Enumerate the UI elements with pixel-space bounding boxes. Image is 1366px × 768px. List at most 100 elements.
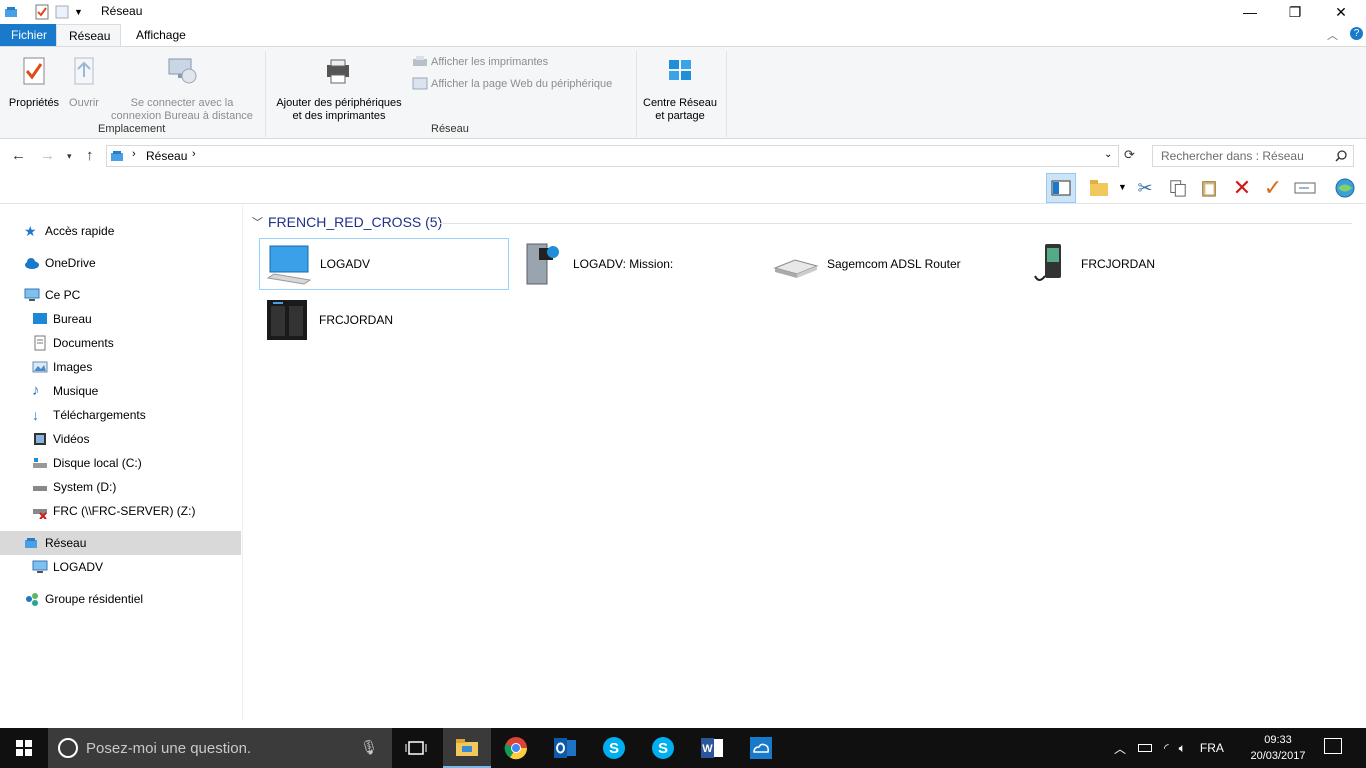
nav-item-documents[interactable]: Documents [0,331,241,355]
group-divider [440,223,1352,224]
new-folder-icon[interactable] [54,4,70,20]
nav-item-this-pc[interactable]: Ce PC [0,283,241,307]
properties-button[interactable]: Propriétés [6,55,62,110]
tab-network[interactable]: Réseau [56,24,121,46]
qat-dropdown-icon[interactable]: ▼ [74,7,83,17]
action-center-icon[interactable] [1324,738,1342,754]
microphone-icon[interactable]: 🎙︎ [360,739,378,756]
show-printers-button[interactable]: Afficher les imprimantes [412,55,548,69]
nav-item-onedrive[interactable]: OneDrive [0,251,241,275]
copy-icon[interactable] [1167,177,1189,199]
start-button[interactable] [0,728,48,768]
back-arrow-icon[interactable]: ← [11,147,26,164]
refresh-icon[interactable]: ⟳ [1124,147,1135,163]
nav-item-music[interactable]: ♪ Musique [0,379,241,403]
clock[interactable]: 09:33 20/03/2017 [1246,732,1310,764]
printers-icon [413,56,427,66]
network-item[interactable]: LOGADV: Mission: [513,238,763,290]
nav-item-videos[interactable]: Vidéos [0,427,241,451]
taskbar-skype-business[interactable]: S [639,728,687,768]
show-device-web-button[interactable]: Afficher la page Web du périphérique [412,77,612,91]
breadcrumb-separator[interactable]: › [192,148,196,160]
devices-printers-icon [327,59,349,84]
task-view-button[interactable] [392,728,440,768]
windows-drive-icon [33,458,47,468]
collapse-ribbon-icon[interactable]: ︿ [1327,27,1338,43]
onedrive-icon [750,737,772,759]
language-indicator[interactable]: FRA [1200,741,1224,755]
nav-item-images[interactable]: Images [0,355,241,379]
ribbon-separator [636,51,637,137]
tab-view[interactable]: Affichage [124,24,198,46]
taskbar-chrome[interactable] [492,728,540,768]
content-pane: ﹀ FRENCH_RED_CROSS (5) LOGADV LOGADV: Mi… [244,205,1366,720]
nav-item-logadv[interactable]: LOGADV [0,555,241,579]
volume-icon[interactable]: 🔈︎ [1179,741,1186,756]
nav-item-downloads[interactable]: ↓ Téléchargements [0,403,241,427]
remote-desktop-button[interactable]: Se connecter avec la connexion Bureau à … [106,55,258,123]
desktop-icon [33,313,47,324]
nav-item-network[interactable]: Réseau [0,531,241,555]
restore-button[interactable]: ❐ [1272,0,1318,24]
globe-icon[interactable] [1334,177,1356,199]
up-arrow-icon[interactable]: ↑ [86,147,94,164]
new-folder-icon[interactable] [1088,177,1110,199]
paste-icon[interactable] [1198,177,1220,199]
taskbar-onedrive[interactable] [737,728,785,768]
media-player-icon [1034,244,1061,281]
cortana-search[interactable]: Posez-moi une question. 🎙︎ [48,728,392,768]
properties-icon[interactable] [34,4,50,20]
close-button[interactable]: ✕ [1318,0,1364,24]
search-box[interactable]: Rechercher dans : Réseau [1152,145,1354,167]
network-center-button[interactable]: Centre Réseau et partage [640,55,720,123]
taskbar-word[interactable]: W [688,728,736,768]
network-item[interactable]: LOGADV [259,238,509,290]
address-bar[interactable]: › Réseau › ⌄ [106,145,1119,167]
add-devices-button[interactable]: Ajouter des périphériques et des imprima… [270,55,408,123]
taskbar-file-explorer[interactable] [443,728,491,768]
wifi-icon[interactable]: ◜ [1164,741,1169,755]
network-icon [5,7,17,17]
rename-icon[interactable] [1294,177,1316,199]
nav-label: System (D:) [53,480,117,494]
cut-icon[interactable]: ✂ [1134,177,1156,199]
delete-icon[interactable]: ✕ [1231,175,1253,200]
nav-item-homegroup[interactable]: Groupe résidentiel [0,587,241,611]
search-icon[interactable] [1335,150,1347,162]
taskbar-outlook[interactable] [541,728,589,768]
nav-item-system-d[interactable]: System (D:) [0,475,241,499]
forward-arrow-icon[interactable]: → [40,147,55,164]
breadcrumb-separator[interactable]: › [132,148,136,160]
help-icon[interactable]: ? [1350,27,1363,40]
preview-pane-icon[interactable] [1046,173,1076,203]
group-location-label: Emplacement [98,123,166,135]
recent-locations-icon[interactable]: ▾ [67,151,72,162]
minimize-button[interactable]: — [1227,0,1273,24]
group-network-label: Réseau [431,123,469,135]
address-dropdown-icon[interactable]: ⌄ [1104,149,1112,160]
check-icon[interactable]: ✓ [1262,175,1284,200]
nav-item-local-disk[interactable]: Disque local (C:) [0,451,241,475]
title-bar: ▼ Réseau — ❐ ✕ [0,0,1366,24]
breadcrumb-network[interactable]: Réseau [146,149,187,163]
network-item[interactable]: Sagemcom ADSL Router [767,238,1017,290]
ribbon-separator [265,51,266,137]
network-item[interactable]: FRCJORDAN [259,294,509,346]
taskbar-skype[interactable]: S [590,728,638,768]
search-input[interactable]: Rechercher dans : Réseau [1161,149,1304,163]
network-center-label-2: et partage [655,110,705,122]
network-center-label-1: Centre Réseau [643,97,717,109]
new-folder-dropdown-icon[interactable]: ▼ [1118,182,1127,192]
nav-item-desktop[interactable]: Bureau [0,307,241,331]
network-item[interactable]: FRCJORDAN [1021,238,1271,290]
group-header[interactable]: ﹀ FRENCH_RED_CROSS (5) [252,214,442,230]
show-hidden-icons-icon[interactable]: ︿ [1114,740,1126,757]
nav-item-frc-z[interactable]: FRC (\\FRC-SERVER) (Z:) [0,499,241,523]
battery-icon[interactable] [1138,744,1153,752]
open-button[interactable]: Ouvrir [64,55,104,110]
chevron-down-icon[interactable]: ﹀ [252,214,263,230]
task-view-icon [405,741,427,755]
tab-file[interactable]: Fichier [0,24,56,46]
cortana-search-input[interactable]: Posez-moi une question. [86,740,251,757]
nav-item-quick-access[interactable]: ★ Accès rapide [0,219,241,243]
